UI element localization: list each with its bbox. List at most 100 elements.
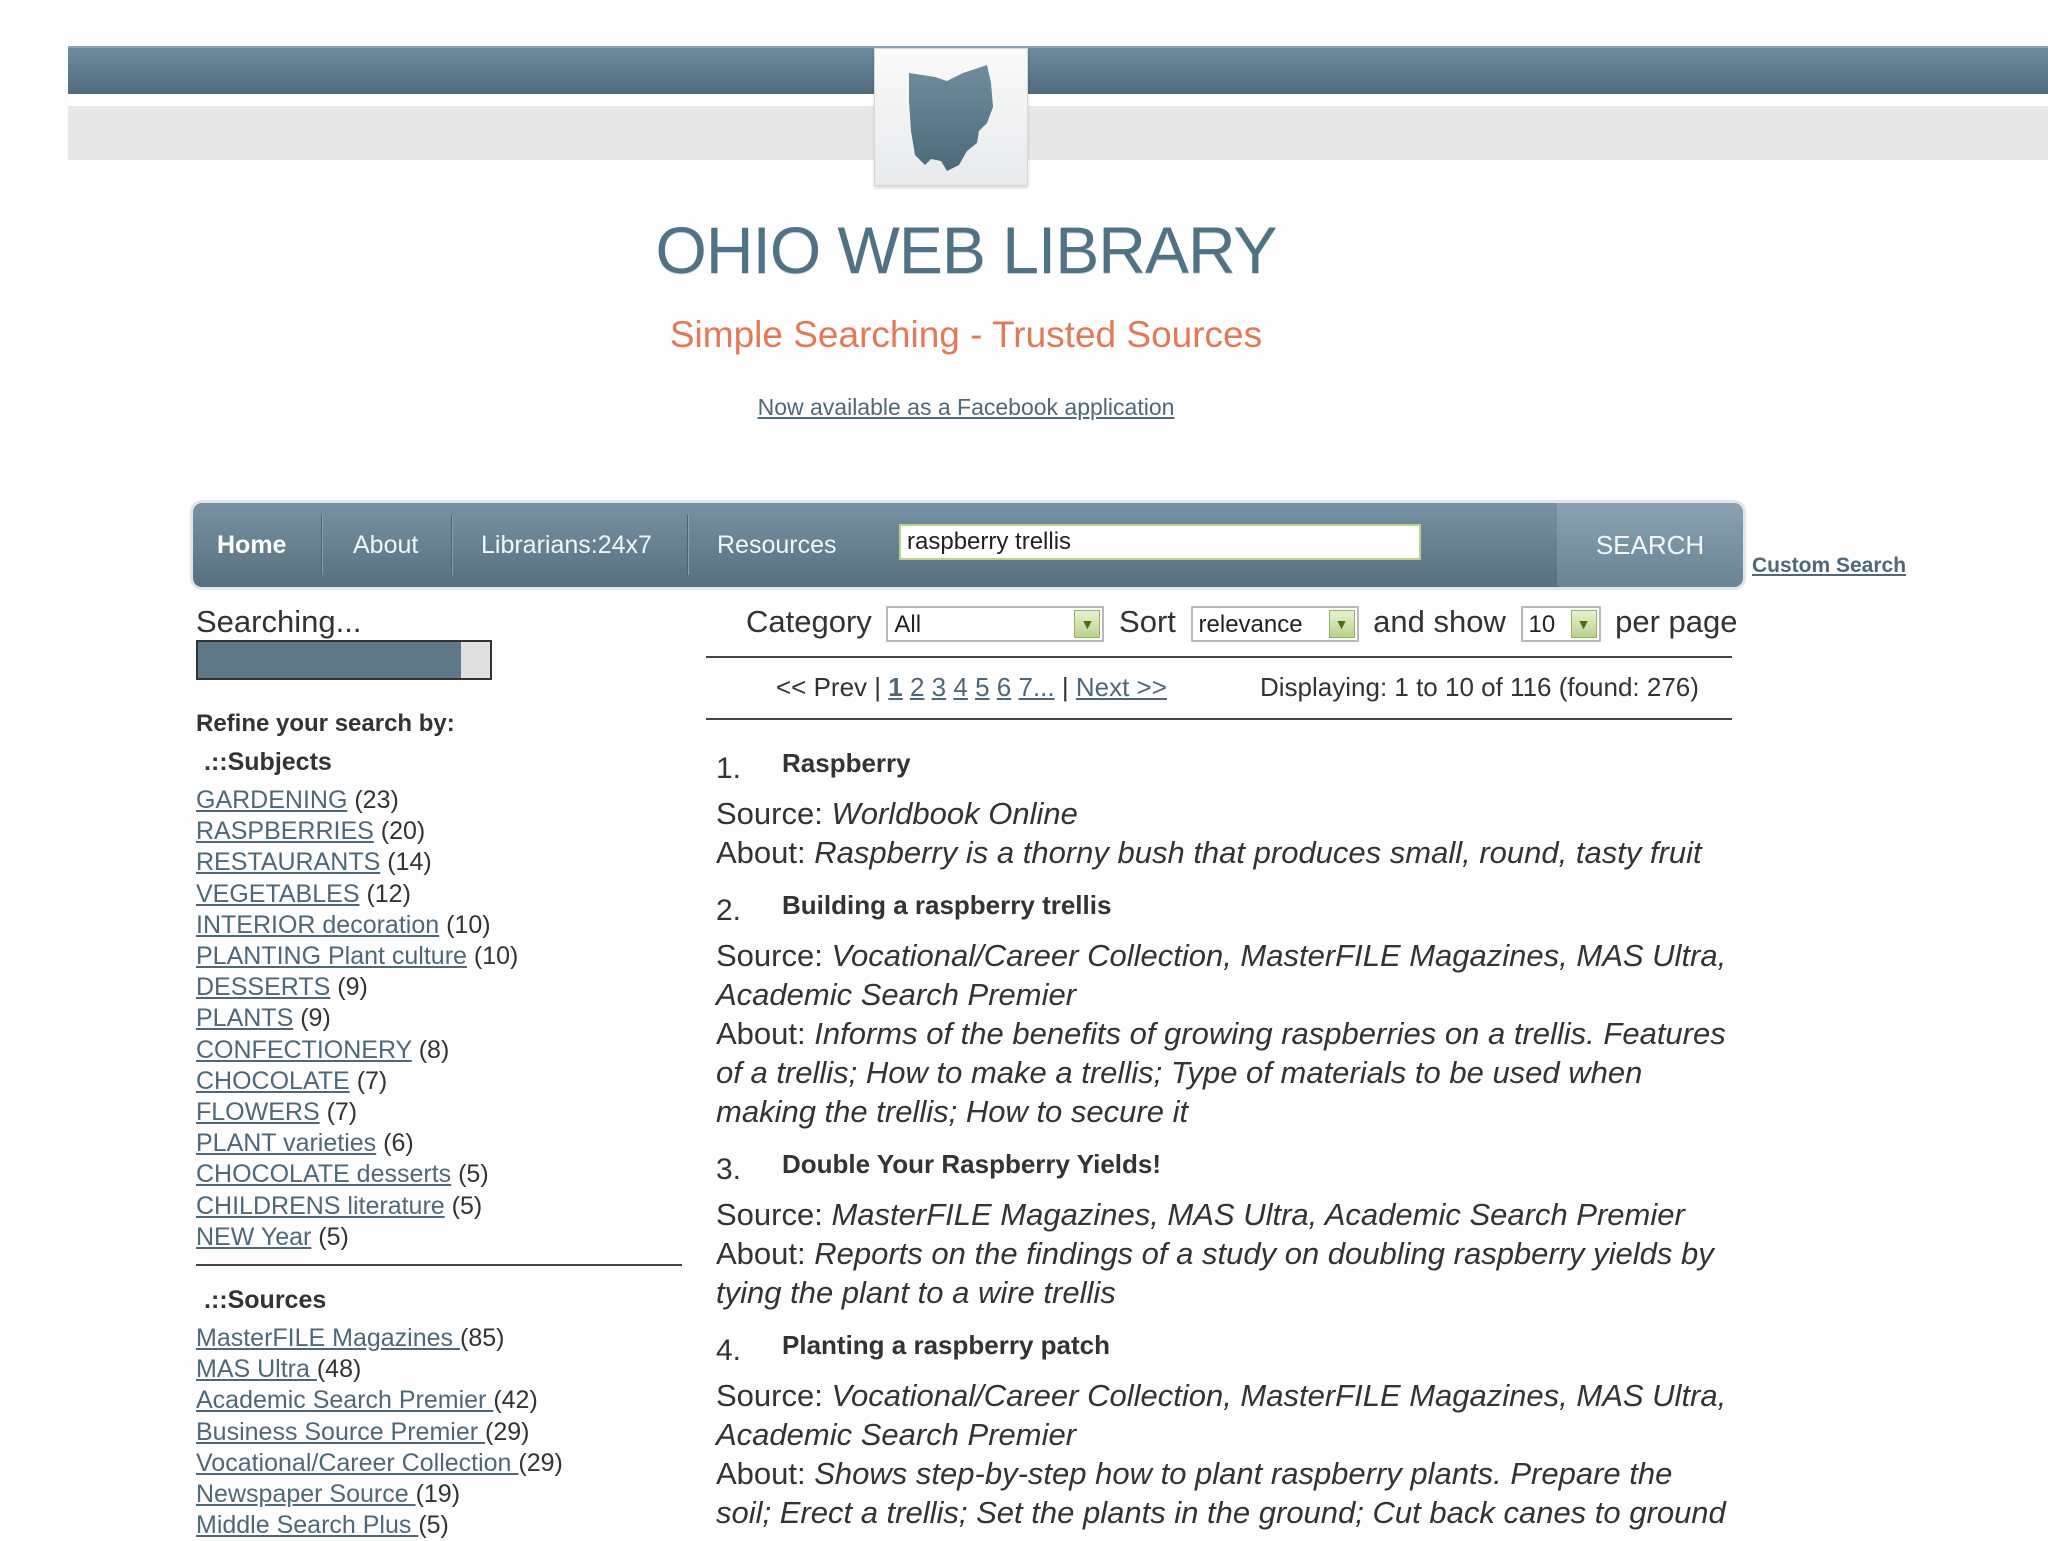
- source-facet-row: Newspaper Source (19): [196, 1479, 563, 1510]
- search-input[interactable]: [899, 524, 1421, 560]
- about-label: About:: [716, 1016, 806, 1051]
- subject-facet-link[interactable]: CHOCOLATE desserts: [196, 1160, 451, 1188]
- subject-facet-link[interactable]: VEGETABLES: [196, 880, 360, 908]
- subjects-heading: .::Subjects: [204, 748, 332, 776]
- subject-facet-link[interactable]: CHOCOLATE: [196, 1067, 350, 1095]
- custom-search-link[interactable]: Custom Search: [1752, 554, 1906, 578]
- subject-facet-count: (9): [300, 1004, 331, 1033]
- source-facet-link[interactable]: Vocational/Career Collection: [196, 1449, 518, 1477]
- subject-facet-link[interactable]: RESTAURANTS: [196, 848, 380, 876]
- result-title[interactable]: Double Your Raspberry Yields!: [782, 1149, 1161, 1180]
- per-page-select[interactable]: 10 ▼: [1520, 605, 1601, 642]
- subject-facet-row: CHOCOLATE desserts (5): [196, 1159, 518, 1190]
- page-link[interactable]: 6: [997, 672, 1011, 702]
- subject-facet-count: (9): [337, 973, 368, 1002]
- subject-facet-link[interactable]: PLANT varieties: [196, 1129, 376, 1157]
- subject-facet-link[interactable]: NEW Year: [196, 1223, 311, 1251]
- page-link-current[interactable]: 1: [888, 672, 902, 702]
- source-facet-link[interactable]: MAS Ultra: [196, 1355, 317, 1383]
- source-facet-link[interactable]: Academic Search Premier: [196, 1386, 493, 1414]
- source-facet-link[interactable]: MasterFILE Magazines: [196, 1324, 460, 1352]
- page-link[interactable]: 4: [953, 672, 967, 702]
- result-number: 2.: [716, 894, 742, 927]
- subject-facet-link[interactable]: RASPBERRIES: [196, 817, 374, 845]
- result-title[interactable]: Raspberry: [782, 748, 911, 779]
- subject-facet-link[interactable]: GARDENING: [196, 786, 347, 814]
- subject-facet-link[interactable]: DESSERTS: [196, 973, 330, 1001]
- source-facet-count: (29): [518, 1448, 563, 1477]
- subject-facet-count: (23): [354, 786, 399, 814]
- source-facet-link[interactable]: Business Source Premier: [196, 1418, 485, 1446]
- per-page-select-value: 10: [1528, 610, 1556, 638]
- search-button[interactable]: SEARCH: [1557, 503, 1743, 587]
- source-facet-link[interactable]: Newspaper Source: [196, 1480, 416, 1508]
- page-link[interactable]: 7: [1018, 672, 1032, 702]
- result-title[interactable]: Planting a raspberry patch: [782, 1330, 1110, 1361]
- subject-facet-link[interactable]: PLANTS: [196, 1004, 293, 1032]
- subject-facet-count: (10): [473, 942, 519, 971]
- source-label: Source:: [716, 1378, 823, 1413]
- nav-librarians[interactable]: Librarians:24x7: [481, 503, 652, 587]
- subject-facet-count: (5): [458, 1160, 489, 1189]
- about-label: About:: [716, 1456, 806, 1491]
- page-link[interactable]: 3: [932, 672, 946, 702]
- header-subband: [68, 106, 2048, 160]
- subject-facet-link[interactable]: CONFECTIONERY: [196, 1036, 412, 1064]
- source-facet-row: MAS Ultra (48): [196, 1354, 563, 1385]
- progress-fill: [198, 642, 461, 678]
- result-number: 1.: [716, 752, 742, 785]
- result-about: Shows step-by-step how to plant raspberr…: [716, 1456, 1726, 1530]
- header-divider: [68, 94, 2048, 106]
- subject-facet-row: RASPBERRIES (20): [196, 816, 518, 847]
- sort-select[interactable]: relevance ▼: [1190, 605, 1359, 642]
- subject-facet-row: VEGETABLES (12): [196, 879, 518, 910]
- subject-facet-count: (5): [318, 1222, 349, 1251]
- source-facet-row: Vocational/Career Collection (29): [196, 1448, 563, 1479]
- chevron-down-icon: ▼: [1074, 609, 1101, 638]
- subject-facet-row: CONFECTIONERY (8): [196, 1035, 518, 1066]
- nav-resources[interactable]: Resources: [717, 503, 837, 587]
- show-label: and show: [1373, 604, 1506, 639]
- nav-home[interactable]: Home: [217, 503, 286, 587]
- refine-heading: Refine your search by:: [196, 710, 455, 737]
- next-page-link[interactable]: Next >>: [1076, 672, 1167, 702]
- subject-facet-link[interactable]: FLOWERS: [196, 1098, 320, 1126]
- source-label: Source:: [716, 938, 823, 973]
- subject-facet-link[interactable]: INTERIOR decoration: [196, 911, 439, 939]
- subject-facet-link[interactable]: CHILDRENS literature: [196, 1192, 445, 1220]
- source-facet-link[interactable]: Middle Search Plus: [196, 1511, 418, 1539]
- per-page-label: per page: [1615, 604, 1738, 639]
- subject-facet-link[interactable]: PLANTING Plant culture: [196, 942, 467, 970]
- tagline: Simple Searching - Trusted Sources: [669, 314, 1263, 355]
- subject-facet-row: PLANTS (9): [196, 1003, 518, 1034]
- site-logo[interactable]: [874, 48, 1028, 186]
- source-facet-count: (85): [460, 1324, 505, 1352]
- nav-about[interactable]: About: [353, 503, 418, 587]
- result-title[interactable]: Building a raspberry trellis: [782, 890, 1111, 921]
- result-source: MasterFILE Magazines, MAS Ultra, Academi…: [831, 1197, 1685, 1232]
- subject-facet-row: CHOCOLATE (7): [196, 1066, 518, 1097]
- result-number: 4.: [716, 1334, 742, 1367]
- source-label: Source:: [716, 1197, 823, 1232]
- subject-facet-count: (7): [356, 1066, 388, 1095]
- sources-facet-list: MasterFILE Magazines (85) MAS Ultra (48) A…: [196, 1323, 563, 1541]
- controls-divider-bottom: [706, 718, 1732, 720]
- category-select[interactable]: All ▼: [886, 605, 1105, 642]
- subject-facet-count: (10): [446, 910, 491, 939]
- nav-separator: [451, 515, 452, 575]
- result-about: Reports on the findings of a study on do…: [716, 1236, 1714, 1310]
- chevron-down-icon: ▼: [1328, 609, 1355, 638]
- subject-facet-row: CHILDRENS literature (5): [196, 1191, 518, 1222]
- page-link[interactable]: 5: [975, 672, 989, 702]
- chevron-down-icon: ▼: [1570, 609, 1597, 638]
- source-facet-row: Middle Search Plus (5): [196, 1510, 563, 1541]
- result-source: Vocational/Career Collection, MasterFILE…: [716, 1378, 1727, 1452]
- source-facet-count: (48): [316, 1355, 362, 1384]
- facebook-app-link[interactable]: Now available as a Facebook application: [0, 394, 1932, 421]
- category-label: Category: [746, 604, 872, 639]
- source-facet-count: (42): [493, 1386, 538, 1415]
- source-facet-count: (19): [415, 1480, 461, 1509]
- header-band: [68, 46, 2048, 96]
- page-link-more[interactable]: ...: [1033, 672, 1055, 702]
- page-link[interactable]: 2: [910, 672, 924, 702]
